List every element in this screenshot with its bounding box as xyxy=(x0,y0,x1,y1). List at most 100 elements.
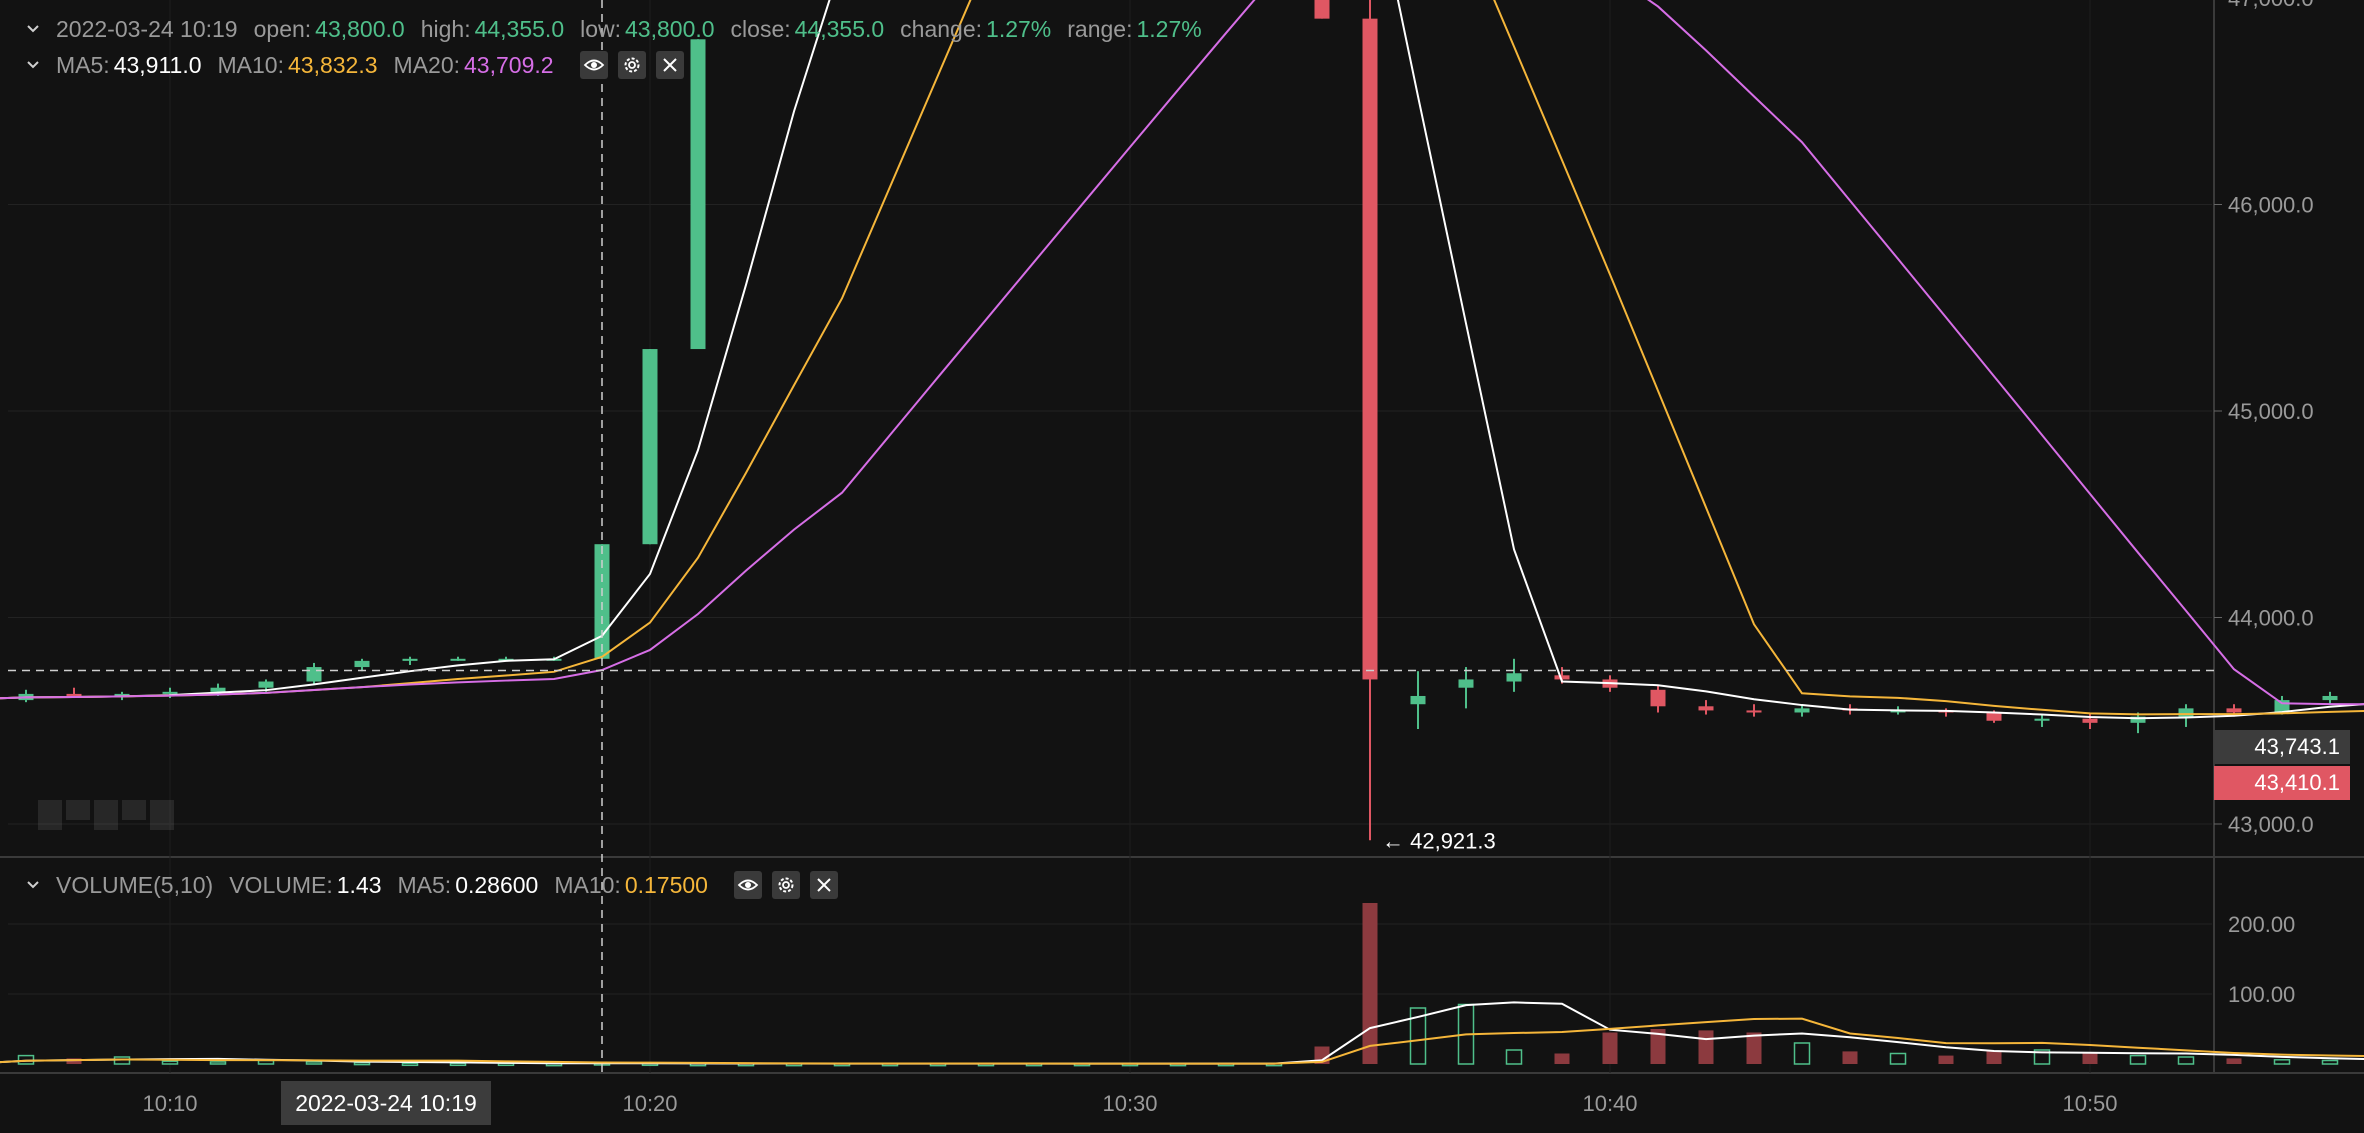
vol-ma5-value: 0.28600 xyxy=(455,871,539,898)
last-price-label: 43,410.1 xyxy=(2214,766,2350,800)
volume-bar-up xyxy=(1889,1052,1907,1065)
volume-legend: VOLUME(5,10) VOLUME: 1.43 MA5: 0.28600 M… xyxy=(22,870,838,900)
volume-bar-up xyxy=(209,1061,227,1065)
candle-down xyxy=(1650,689,1666,707)
candle-up xyxy=(306,667,322,682)
volume-bar-down xyxy=(1842,1051,1858,1064)
volume-ma10-line xyxy=(0,1017,2364,1065)
candle-up xyxy=(450,658,466,661)
ma10-label: MA10: xyxy=(217,51,284,78)
volume-bar-down xyxy=(1602,1032,1618,1064)
volume-bar-up xyxy=(2129,1054,2147,1065)
candle-up xyxy=(1794,708,1810,713)
time-tick-label: 10:10 xyxy=(142,1091,197,1116)
candle-up xyxy=(2322,695,2338,701)
volume-bar-up xyxy=(449,1062,467,1067)
candle-up xyxy=(1458,679,1474,688)
price-tick-label: 46,000.0 xyxy=(2228,193,2314,218)
low-value: 43,800.0 xyxy=(625,15,715,42)
volume-bar-down xyxy=(1362,903,1378,1064)
chart-stage[interactable]: 43,000.0 44,000.0 45,000.0 46,000.0 47,000.0… xyxy=(0,0,2364,1128)
okx-logo-watermark xyxy=(38,800,174,830)
eye-icon[interactable] xyxy=(733,871,762,899)
volume-bar-up xyxy=(1505,1049,1523,1065)
time-tick-label: 10:40 xyxy=(1582,1091,1637,1116)
volume-bar-up xyxy=(353,1061,371,1066)
okx-logo-block xyxy=(38,810,62,830)
close-icon[interactable] xyxy=(655,51,684,79)
chevron-down-icon[interactable] xyxy=(22,18,44,40)
volume-bar-up xyxy=(2273,1059,2291,1065)
close-value: 44,355.0 xyxy=(794,15,885,42)
okx-logo-block xyxy=(150,810,174,830)
volume-bar-down xyxy=(1554,1053,1570,1064)
volume-bar-up xyxy=(401,1062,419,1067)
candle-down xyxy=(66,693,82,696)
candle-up xyxy=(2178,708,2194,717)
volume-bar-down xyxy=(1698,1030,1714,1064)
ma20-line xyxy=(0,0,2364,706)
volume-bar-down xyxy=(2226,1058,2242,1064)
change-value: 1.27% xyxy=(986,15,1052,42)
volume-tick-label: 100.00 xyxy=(2228,982,2295,1007)
volume-ma5-line xyxy=(0,1001,2364,1065)
low-price-annotation: ← 42,921.3 xyxy=(1382,828,1496,853)
close-label: close: xyxy=(730,15,791,42)
volume-bar-up xyxy=(305,1061,323,1065)
candle-down xyxy=(1314,0,1330,19)
high-value: 44,355.0 xyxy=(474,15,565,42)
ma10-line xyxy=(0,0,2364,716)
volume-bar-up xyxy=(2177,1056,2195,1065)
price-tick-label: 45,000.0 xyxy=(2228,399,2314,424)
candle-down xyxy=(1362,18,1378,680)
ma5-line xyxy=(0,0,2364,720)
candle-down xyxy=(1986,712,2002,721)
open-label: open: xyxy=(253,15,312,42)
ohlc-legend: 2022-03-24 10:19 open: 43,800.0 high: 44… xyxy=(22,14,1218,44)
ma5-label: MA5: xyxy=(56,51,110,78)
price-tick-label: 47,000.0 xyxy=(2228,0,2314,11)
candle-down xyxy=(1698,706,1714,711)
range-value: 1.27% xyxy=(1136,15,1202,42)
volume-label: VOLUME: xyxy=(229,871,333,898)
candle-down xyxy=(2082,718,2098,723)
kline-chart[interactable]: 43,000.0 44,000.0 45,000.0 46,000.0 47,000.0… xyxy=(0,0,2364,1128)
gear-icon[interactable] xyxy=(771,871,800,899)
volume-bar-up xyxy=(1793,1042,1811,1065)
candle-down xyxy=(2226,708,2242,713)
ohlc-datetime: 2022-03-24 10:19 xyxy=(56,15,238,42)
candle-up xyxy=(402,658,418,661)
time-tick-label: 10:20 xyxy=(622,1091,677,1116)
price-tick-label: 43,000.0 xyxy=(2228,812,2314,837)
vol-ma10-value: 0.17500 xyxy=(624,871,708,898)
volume-bar-up xyxy=(2321,1059,2339,1065)
volume-bar-down xyxy=(1938,1055,1954,1064)
candle-up xyxy=(690,39,706,350)
gear-icon[interactable] xyxy=(617,51,646,79)
candle-up xyxy=(354,660,370,668)
vol-ma10-label: MA10: xyxy=(554,871,621,898)
ma10-value: 43,832.3 xyxy=(288,51,378,78)
candle-up xyxy=(2034,718,2050,721)
chevron-down-icon[interactable] xyxy=(22,874,44,896)
ma5-value: 43,911.0 xyxy=(113,51,202,78)
close-icon[interactable] xyxy=(809,871,838,899)
range-label: range: xyxy=(1067,15,1133,42)
okx-logo-block xyxy=(66,800,90,820)
eye-icon[interactable] xyxy=(579,51,608,79)
ma-legend: MA5: 43,911.0 MA10: 43,832.3 MA20: 43,70… xyxy=(22,50,684,80)
vol-ma5-label: MA5: xyxy=(397,871,452,898)
volume-bar-down xyxy=(1746,1032,1762,1064)
chevron-down-icon[interactable] xyxy=(22,54,44,76)
price-tick-label: 44,000.0 xyxy=(2228,606,2314,631)
volume-bar-down xyxy=(1986,1051,2002,1064)
candle-up xyxy=(642,349,658,545)
open-value: 43,800.0 xyxy=(315,15,405,42)
candle-up xyxy=(1506,673,1522,682)
time-tick-label: 10:30 xyxy=(1102,1091,1157,1116)
ma20-label: MA20: xyxy=(393,51,461,78)
change-label: change: xyxy=(900,15,983,42)
candle-up xyxy=(162,691,178,694)
candle-up xyxy=(210,687,226,692)
crosshair-time-label: 2022-03-24 10:19 xyxy=(281,1081,491,1125)
